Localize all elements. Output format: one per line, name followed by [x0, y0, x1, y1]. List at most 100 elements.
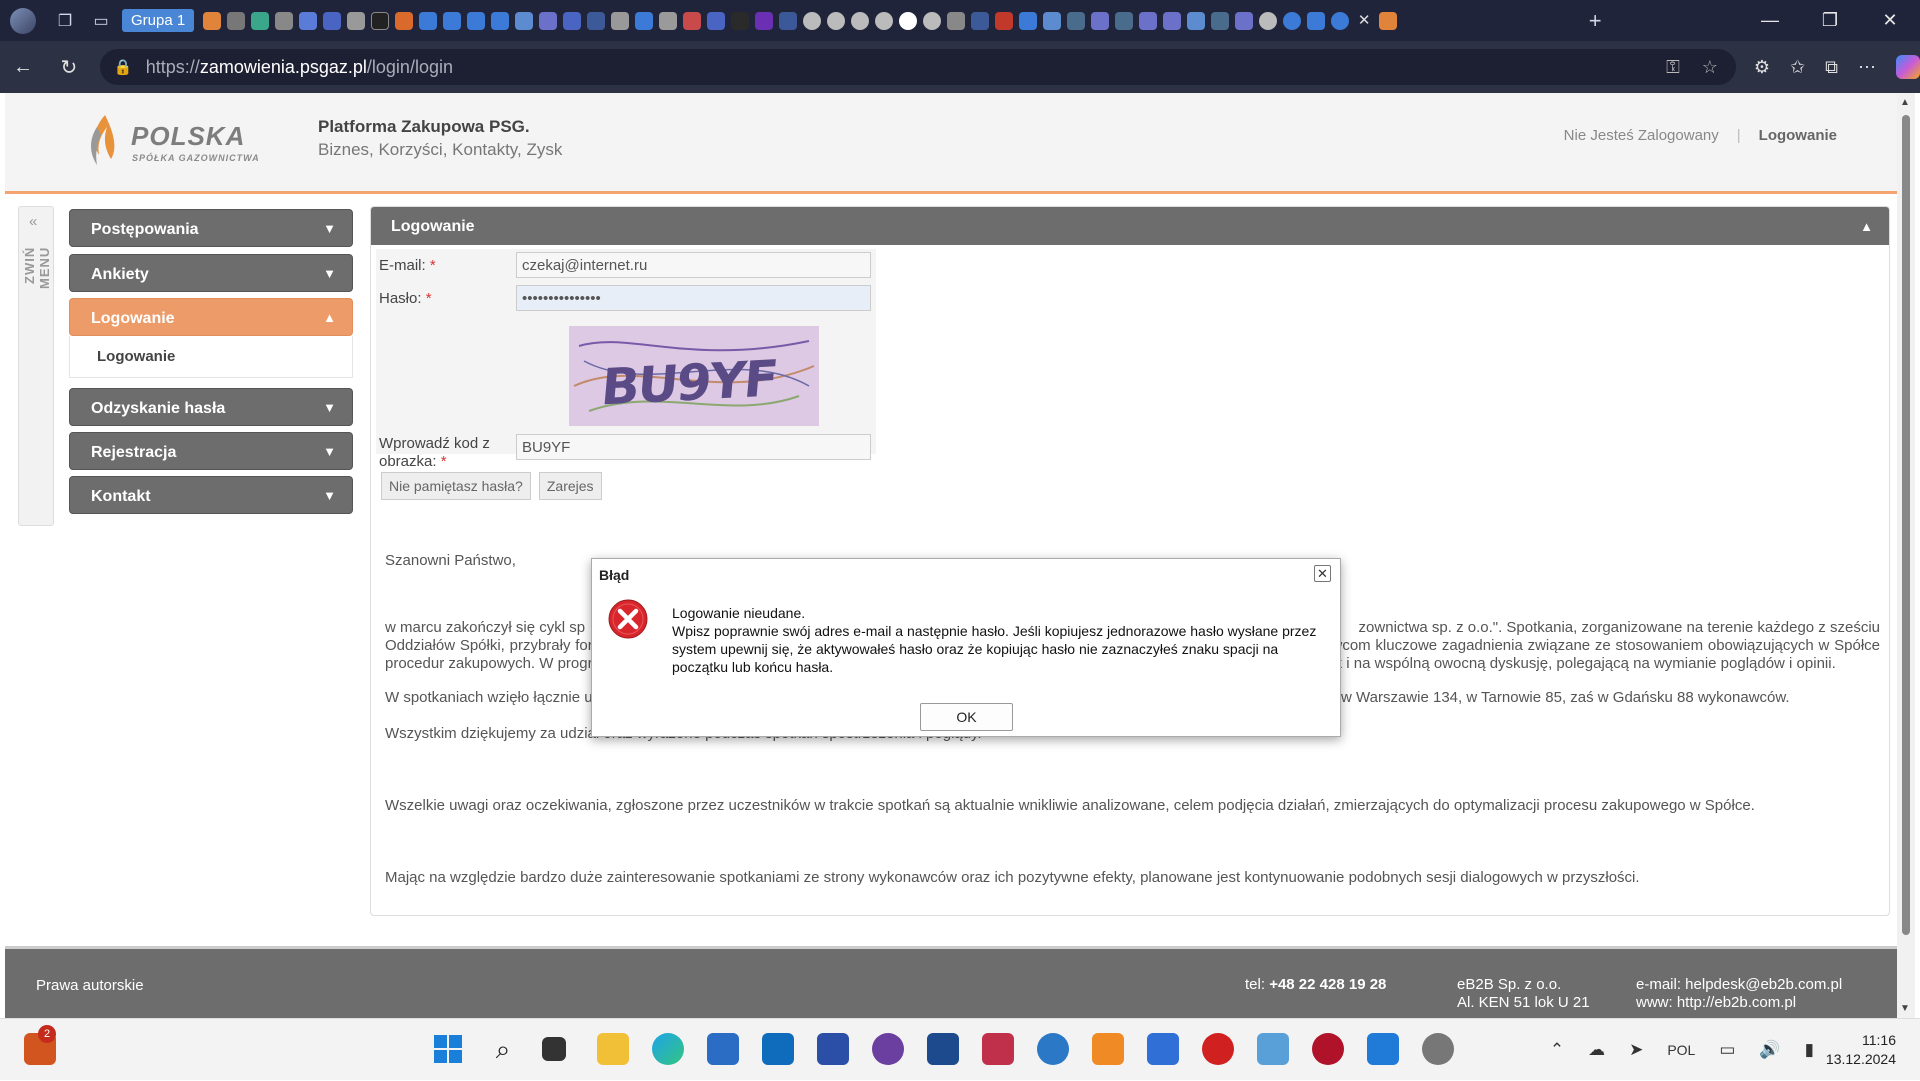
- tab-favicon[interactable]: [539, 11, 558, 30]
- forgot-password-button[interactable]: Nie pamiętasz hasła?: [381, 472, 531, 500]
- tab-favicon[interactable]: [203, 11, 222, 30]
- tab-favicon[interactable]: [731, 11, 750, 30]
- tab-favicon[interactable]: [275, 11, 294, 30]
- tab-group-chip[interactable]: Grupa 1: [122, 9, 195, 32]
- tab-favicon[interactable]: [515, 11, 534, 30]
- tab-favicon[interactable]: [1307, 11, 1326, 30]
- password-field[interactable]: •••••••••••••••: [516, 285, 871, 311]
- menu-item-rejestracja[interactable]: Rejestracja ▼: [69, 432, 353, 470]
- cloud-icon[interactable]: ☁: [1588, 1040, 1605, 1060]
- tab-favicon[interactable]: [1139, 11, 1158, 30]
- tab-favicon[interactable]: [1067, 11, 1086, 30]
- email-field[interactable]: czekaj@internet.ru: [516, 252, 871, 278]
- new-tab-icon[interactable]: +: [1580, 6, 1610, 36]
- profile-avatar[interactable]: [8, 6, 38, 36]
- tab-favicon[interactable]: [299, 11, 318, 30]
- tab-favicon[interactable]: [227, 11, 246, 30]
- tab-favicon[interactable]: [443, 11, 462, 30]
- store-icon[interactable]: [707, 1033, 739, 1065]
- tab-actions-icon[interactable]: ▭: [86, 6, 116, 36]
- restore-icon[interactable]: ❐: [1800, 0, 1860, 41]
- d-app-icon[interactable]: [1312, 1033, 1344, 1065]
- menu-item-postepowania[interactable]: Postępowania ▼: [69, 209, 353, 247]
- opera-icon[interactable]: [1202, 1033, 1234, 1065]
- tab-favicon[interactable]: [1283, 11, 1302, 30]
- ok-button[interactable]: OK: [920, 703, 1013, 731]
- tab-favicon[interactable]: [395, 11, 414, 30]
- network-app-icon[interactable]: [1422, 1033, 1454, 1065]
- search-icon[interactable]: ⌕: [487, 1033, 519, 1065]
- url-field[interactable]: 🔒 https:// zamowienia.psgaz.pl /login/lo…: [99, 49, 1736, 85]
- dialog-close-icon[interactable]: ✕: [1314, 565, 1331, 582]
- monitor-icon[interactable]: [1257, 1033, 1289, 1065]
- register-button[interactable]: Zarejes: [538, 472, 602, 500]
- tab-favicon[interactable]: [1187, 11, 1206, 30]
- virtualbox-icon[interactable]: [927, 1033, 959, 1065]
- scroll-down-icon[interactable]: ▼: [1900, 1003, 1910, 1014]
- save-app-icon[interactable]: [817, 1033, 849, 1065]
- tab-favicon[interactable]: [1235, 11, 1254, 30]
- copyright-link[interactable]: Prawa autorskie: [36, 977, 144, 994]
- tab-favicon[interactable]: [659, 11, 678, 30]
- tab-favicon[interactable]: [1091, 11, 1110, 30]
- back-icon[interactable]: ←: [0, 47, 46, 87]
- top-login-link[interactable]: Logowanie: [1759, 127, 1837, 144]
- outlook-icon[interactable]: [762, 1033, 794, 1065]
- scrollbar-thumb[interactable]: [1902, 115, 1910, 935]
- tab-favicon[interactable]: [563, 11, 582, 30]
- battery-icon[interactable]: ▮: [1805, 1040, 1814, 1060]
- footer-www[interactable]: www: http://eb2b.com.pl: [1636, 994, 1842, 1012]
- key-icon[interactable]: ⚿: [1666, 57, 1680, 78]
- tab-favicon[interactable]: [851, 11, 870, 30]
- menu-item-logowanie[interactable]: Logowanie ▲: [69, 298, 353, 336]
- chevron-up-icon[interactable]: ⌃: [1550, 1040, 1564, 1060]
- tab-favicon[interactable]: [587, 11, 606, 30]
- collections-icon[interactable]: ⧉: [1825, 57, 1838, 78]
- tab-favicon[interactable]: [803, 11, 822, 30]
- app-icon[interactable]: [1367, 1033, 1399, 1065]
- tab-favicon[interactable]: [251, 11, 270, 30]
- notes-icon[interactable]: [1147, 1033, 1179, 1065]
- menu-item-ankiety[interactable]: Ankiety ▼: [69, 254, 353, 292]
- edge-icon[interactable]: [652, 1033, 684, 1065]
- tab-favicon[interactable]: [827, 11, 846, 30]
- tab-favicon[interactable]: [419, 11, 438, 30]
- tab-favicon[interactable]: [371, 11, 390, 30]
- volume-icon[interactable]: 🔊: [1759, 1040, 1780, 1060]
- file-explorer-icon[interactable]: [597, 1033, 629, 1065]
- favorite-star-icon[interactable]: ☆: [1702, 57, 1718, 78]
- help-icon[interactable]: [1037, 1033, 1069, 1065]
- captcha-field[interactable]: BU9YF: [516, 434, 871, 460]
- tab-favicon[interactable]: [1115, 11, 1134, 30]
- refresh-icon[interactable]: ↻: [46, 47, 92, 87]
- close-window-icon[interactable]: ✕: [1860, 0, 1920, 41]
- tab-favicon[interactable]: [1163, 11, 1182, 30]
- tab-favicon[interactable]: [611, 11, 630, 30]
- tab-close-icon[interactable]: ✕: [1355, 12, 1373, 30]
- tab-favicon[interactable]: [995, 11, 1014, 30]
- lock-icon[interactable]: 🔒: [114, 58, 134, 76]
- tab-favicon[interactable]: [1379, 11, 1398, 30]
- tab-favicon[interactable]: [755, 11, 774, 30]
- tab-favicon[interactable]: [707, 11, 726, 30]
- footer-email[interactable]: e-mail: helpdesk@eb2b.com.pl: [1636, 976, 1842, 994]
- clock[interactable]: 11:16 13.12.2024: [1826, 1031, 1896, 1069]
- task-view-icon[interactable]: [542, 1037, 566, 1061]
- tab-favicon[interactable]: [1019, 11, 1038, 30]
- workspaces-icon[interactable]: ❐: [50, 6, 80, 36]
- tab-favicon[interactable]: [683, 11, 702, 30]
- menu-item-odzyskanie-hasla[interactable]: Odzyskanie hasła ▼: [69, 388, 353, 426]
- scroll-up-icon[interactable]: ▲: [1900, 97, 1910, 108]
- collapse-menu-toggle[interactable]: « ZWIŃ MENU: [18, 206, 54, 526]
- tab-favicon[interactable]: [467, 11, 486, 30]
- extensions-icon[interactable]: ⚙: [1754, 57, 1770, 78]
- submenu-item-logowanie[interactable]: Logowanie: [97, 348, 175, 365]
- start-icon[interactable]: [432, 1033, 464, 1065]
- tab-favicon[interactable]: [1331, 11, 1350, 30]
- tab-favicon[interactable]: [1043, 11, 1062, 30]
- menu-item-kontakt[interactable]: Kontakt ▼: [69, 476, 353, 514]
- pinned-tabs-strip[interactable]: ✕: [200, 11, 1580, 30]
- tab-favicon[interactable]: [947, 11, 966, 30]
- favorites-icon[interactable]: ✩: [1790, 57, 1805, 78]
- tab-favicon[interactable]: [923, 11, 942, 30]
